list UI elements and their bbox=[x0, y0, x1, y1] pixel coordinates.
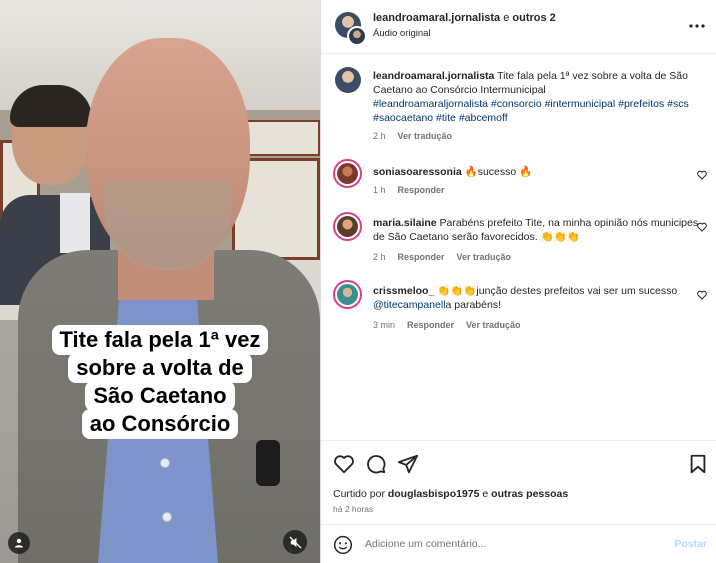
comments-list[interactable]: leandroamaral.jornalista Tite fala pela … bbox=[321, 55, 716, 440]
comment-username-link[interactable]: maria.silaine bbox=[373, 217, 437, 229]
liked-by-joiner: e bbox=[479, 488, 492, 500]
post-header: leandroamaral.jornalista e outros 2 Áudi… bbox=[321, 0, 716, 54]
comment-composer: Postar bbox=[321, 524, 716, 563]
comment-item: soniasoaressonia 🔥sucesso 🔥 1 h Responder bbox=[321, 159, 716, 199]
hashtags[interactable]: #leandroamaraljornalista #consorcio #int… bbox=[373, 98, 689, 124]
speaker-muted-icon bbox=[288, 535, 302, 549]
see-translation-button[interactable]: Ver tradução bbox=[466, 320, 521, 330]
comment-time: 1 h bbox=[373, 185, 386, 195]
commenter-avatar[interactable] bbox=[333, 159, 362, 188]
comment-item: maria.silaine Parabéns prefeito Tite, na… bbox=[321, 212, 716, 268]
liked-by: Curtido por douglasbispo1975 e outras pe… bbox=[333, 488, 568, 500]
comment-username-link[interactable]: crissmeloo_ bbox=[373, 285, 434, 297]
caption-line: sobre a volta de bbox=[68, 353, 252, 383]
comment-username-link[interactable]: soniasoaressonia bbox=[373, 166, 462, 178]
heart-outline-icon[interactable] bbox=[697, 222, 707, 232]
liked-by-user-link[interactable]: douglasbispo1975 bbox=[388, 488, 480, 500]
caption-comment: leandroamaral.jornalista Tite fala pela … bbox=[321, 67, 716, 147]
heart-outline-icon[interactable] bbox=[697, 170, 707, 180]
post-authors: leandroamaral.jornalista e outros 2 bbox=[373, 12, 556, 24]
video-caption: Tite fala pela 1ª vez sobre a volta de S… bbox=[0, 325, 320, 439]
comment-text-end: parabéns! bbox=[451, 299, 501, 311]
more-horizontal-icon bbox=[689, 24, 705, 28]
post-comment-button[interactable]: Postar bbox=[674, 538, 707, 550]
more-options-button[interactable] bbox=[689, 16, 705, 34]
see-translation-button[interactable]: Ver tradução bbox=[457, 252, 512, 262]
video-background-window bbox=[240, 120, 320, 156]
comment-text: 👏👏👏junção destes prefeitos vai ser um su… bbox=[434, 285, 678, 297]
comment-text: 🔥sucesso 🔥 bbox=[461, 166, 533, 178]
liked-by-prefix: Curtido por bbox=[333, 488, 388, 500]
save-bookmark-icon[interactable] bbox=[687, 453, 709, 475]
heart-outline-icon[interactable] bbox=[697, 290, 707, 300]
caption-line: ao Consórcio bbox=[81, 409, 239, 439]
comment-bubble-icon[interactable] bbox=[365, 453, 387, 475]
audio-link[interactable]: Áudio original bbox=[373, 28, 431, 39]
reply-button[interactable]: Responder bbox=[398, 252, 445, 262]
emoji-icon[interactable] bbox=[333, 535, 353, 555]
author-username-link[interactable]: leandroamaral.jornalista bbox=[373, 12, 500, 24]
post-details-pane: leandroamaral.jornalista e outros 2 Áudi… bbox=[320, 0, 716, 563]
comment-time: 2 h bbox=[373, 131, 386, 141]
reply-button[interactable]: Responder bbox=[407, 320, 454, 330]
author-avatar[interactable] bbox=[335, 67, 361, 93]
coauthor-avatar[interactable] bbox=[347, 26, 367, 46]
comment-item: crissmeloo_ 👏👏👏junção destes prefeitos v… bbox=[321, 280, 716, 336]
comment-input[interactable] bbox=[365, 538, 655, 550]
coauthors-link[interactable]: outros 2 bbox=[512, 12, 555, 24]
lapel-mic bbox=[256, 440, 280, 486]
tagged-users-button[interactable] bbox=[8, 532, 30, 554]
mute-toggle-button[interactable] bbox=[283, 530, 307, 554]
mention-link[interactable]: @titecampanella bbox=[373, 299, 451, 311]
authors-joiner: e bbox=[500, 12, 513, 24]
like-heart-icon[interactable] bbox=[333, 453, 355, 475]
reply-button[interactable]: Responder bbox=[398, 185, 445, 195]
commenter-avatar[interactable] bbox=[333, 212, 362, 241]
post-actions: Curtido por douglasbispo1975 e outras pe… bbox=[321, 440, 716, 524]
liked-by-others-link[interactable]: outras pessoas bbox=[491, 488, 568, 500]
see-translation-button[interactable]: Ver tradução bbox=[398, 131, 453, 141]
comment-username-link[interactable]: leandroamaral.jornalista bbox=[373, 70, 494, 82]
comment-time: 2 h bbox=[373, 252, 386, 262]
share-paper-plane-icon[interactable] bbox=[397, 453, 419, 475]
user-icon bbox=[15, 538, 23, 548]
post-time-ago[interactable]: há 2 horas bbox=[333, 504, 373, 514]
caption-line: Tite fala pela 1ª vez bbox=[51, 325, 269, 355]
comment-time: 3 min bbox=[373, 320, 396, 330]
caption-line: São Caetano bbox=[85, 381, 235, 411]
reel-video[interactable]: Tite fala pela 1ª vez sobre a volta de S… bbox=[0, 0, 320, 563]
commenter-avatar[interactable] bbox=[333, 280, 362, 309]
